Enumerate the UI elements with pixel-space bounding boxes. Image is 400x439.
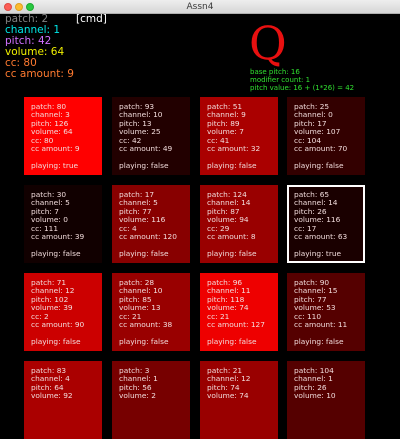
pad-playing-label: playing: false (119, 248, 169, 258)
pad-playing-label: playing: true (294, 248, 342, 258)
pad-4[interactable]: patch: 25 channel: 0 pitch: 17 volume: 107 c… (287, 97, 365, 175)
pad-playing-label: playing: false (207, 248, 257, 258)
pad-1[interactable]: patch: 80 channel: 3 pitch: 126 volume: 64 c… (24, 97, 102, 175)
pad-15[interactable]: patch: 21 channel: 12 pitch: 74 volume: 74 (200, 361, 278, 439)
window-title: Assn4 (186, 2, 214, 12)
pad-6[interactable]: patch: 17 channel: 5 pitch: 77 volume: 116 c… (112, 185, 190, 263)
pad-volume-label: volume: 74 (207, 391, 249, 401)
pad-7[interactable]: patch: 124 channel: 14 pitch: 87 volume: 94… (200, 185, 278, 263)
pad-11[interactable]: patch: 96 channel: 11 pitch: 118 volume: 74… (200, 273, 278, 351)
pad-playing-label: playing: false (294, 160, 344, 170)
pad-cc-amount-label: cc amount: 120 (119, 232, 177, 242)
base-pitch-label: base pitch: 16 (250, 68, 300, 76)
pad-5[interactable]: patch: 30 channel: 5 pitch: 7 volume: 0 cc: … (24, 185, 102, 263)
pad-volume-label: volume: 10 (294, 391, 336, 401)
pad-13[interactable]: patch: 83 channel: 4 pitch: 64 volume: 92 (24, 361, 102, 439)
pad-playing-label: playing: false (294, 336, 344, 346)
pad-volume-label: volume: 2 (119, 391, 156, 401)
pad-cc-amount-label: cc amount: 63 (294, 232, 348, 242)
pad-playing-label: playing: false (207, 336, 257, 346)
window-titlebar: Assn4 (0, 0, 400, 14)
pitch-value-label: pitch value: 16 + (1*26) = 42 (250, 84, 355, 92)
pad-14[interactable]: patch: 3 channel: 1 pitch: 56 volume: 2 (112, 361, 190, 439)
status-panel: patch: 2 channel: 1 pitch: 42 volume: 64… (5, 14, 74, 80)
pad-cc-amount-label: cc amount: 127 (207, 320, 265, 330)
pad-playing-label: playing: false (119, 160, 169, 170)
pad-cc-amount-label: cc amount: 32 (207, 144, 261, 154)
pad-cc-amount-label: cc amount: 70 (294, 144, 348, 154)
modifier-indicator: [cmd] (76, 13, 107, 25)
pad-cc-amount-label: cc amount: 9 (31, 144, 80, 154)
pad-playing-label: playing: false (31, 336, 81, 346)
pad-cc-amount-label: cc amount: 90 (31, 320, 85, 330)
pad-cc-amount-label: cc amount: 8 (207, 232, 256, 242)
pad-cc-amount-label: cc amount: 39 (31, 232, 85, 242)
pad-cc-amount-label: cc amount: 49 (119, 144, 173, 154)
pad-cc-amount-label: cc amount: 38 (119, 320, 173, 330)
pad-10[interactable]: patch: 28 channel: 10 pitch: 85 volume: 13 c… (112, 273, 190, 351)
pad-playing-label: playing: false (31, 248, 81, 258)
pitch-info: base pitch: 16 modifier count: 1 pitch v… (250, 68, 354, 92)
pad-9[interactable]: patch: 71 channel: 12 pitch: 102 volume: 39… (24, 273, 102, 351)
pad-12[interactable]: patch: 90 channel: 15 pitch: 77 volume: 53 c… (287, 273, 365, 351)
pad-3[interactable]: patch: 51 channel: 9 pitch: 89 volume: 7 cc:… (200, 97, 278, 175)
pad-16[interactable]: patch: 104 channel: 1 pitch: 26 volume: 10 (287, 361, 365, 439)
pad-playing-label: playing: true (31, 160, 79, 170)
pad-8[interactable]: patch: 65 channel: 14 pitch: 26 volume: 116… (287, 185, 365, 263)
pad-playing-label: playing: false (119, 336, 169, 346)
status-cc-amount: cc amount: 9 (5, 68, 74, 80)
pressed-key-letter: Q (249, 16, 287, 70)
modifier-count-label: modifier count: 1 (250, 76, 311, 84)
pad-volume-label: volume: 92 (31, 391, 73, 401)
pad-cc-amount-label: cc amount: 11 (294, 320, 348, 330)
pad-playing-label: playing: false (207, 160, 257, 170)
pad-2[interactable]: patch: 93 channel: 10 pitch: 13 volume: 25 c… (112, 97, 190, 175)
